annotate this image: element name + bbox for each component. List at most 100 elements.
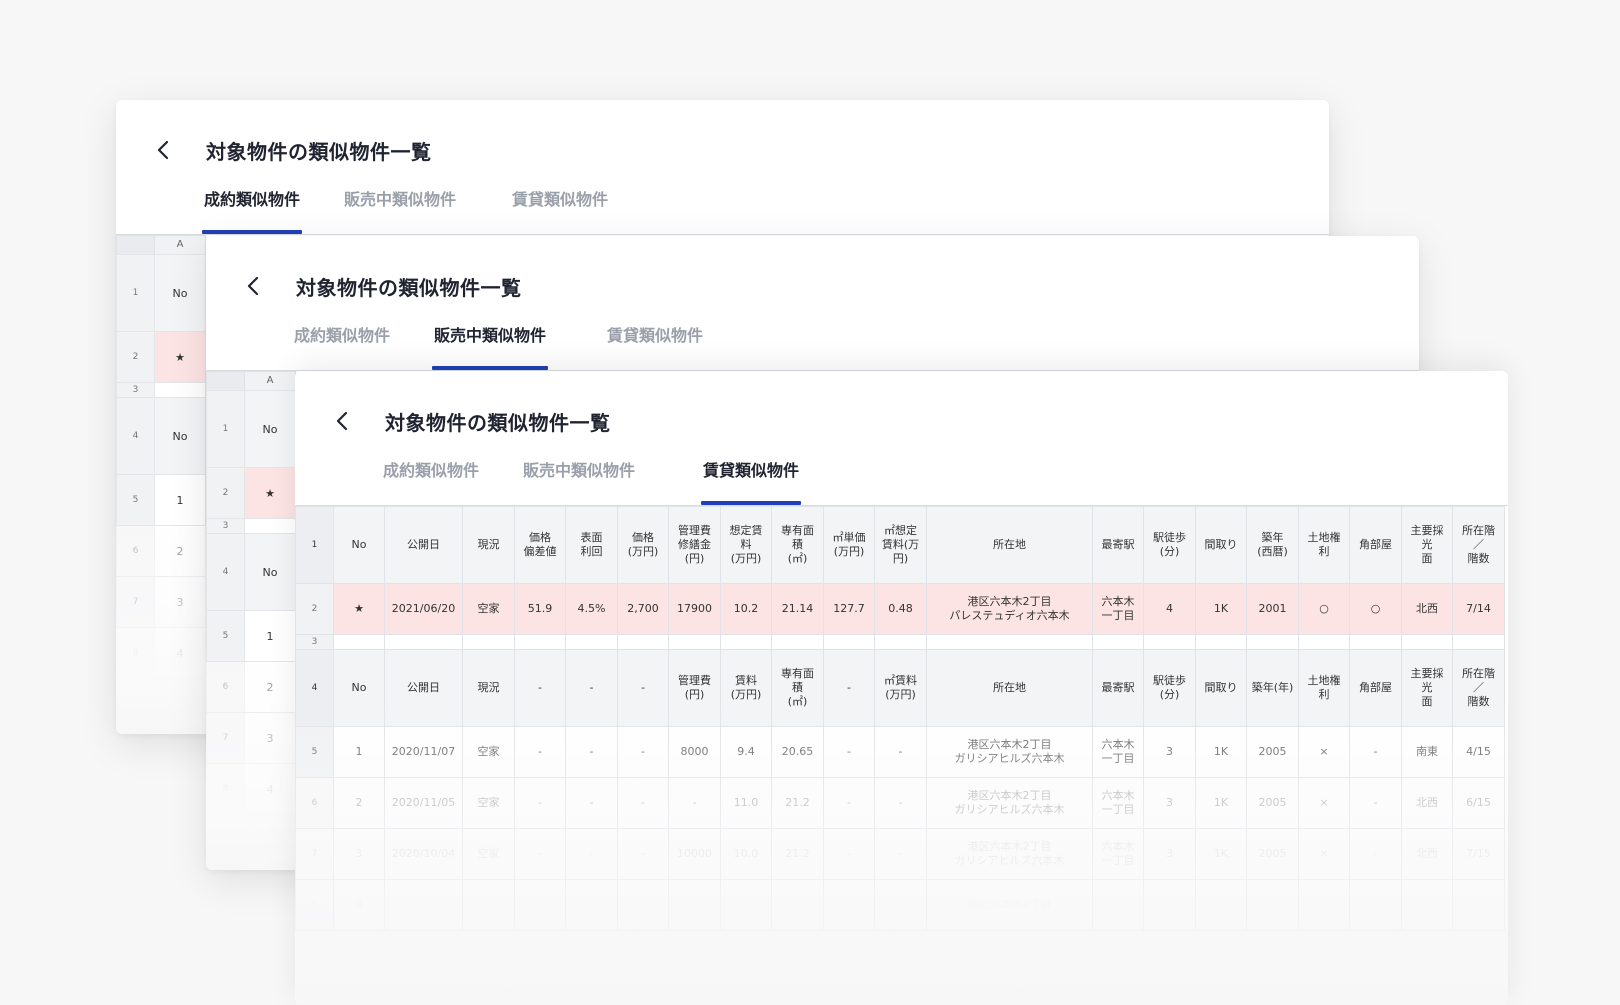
tab-contract-similar[interactable]: 成約類似物件 [201, 186, 303, 234]
table-cell[interactable]: 駅徒歩 (分) [1143, 649, 1196, 727]
table-cell[interactable]: 4 [333, 879, 385, 931]
table-cell[interactable] [462, 634, 515, 650]
table-cell[interactable]: 港区六本木2丁目 [926, 879, 1093, 931]
table-cell[interactable]: - [514, 726, 566, 778]
table-cell[interactable]: 北西 [1401, 777, 1453, 829]
table-cell[interactable]: 1K [1195, 828, 1247, 880]
table-cell[interactable]: 7/14 [1452, 583, 1505, 635]
table-cell[interactable]: ○ [1298, 583, 1350, 635]
table-cell[interactable] [565, 879, 618, 931]
table-cell[interactable] [462, 879, 515, 931]
row-number[interactable]: 3 [116, 382, 155, 398]
table-cell[interactable]: 角部屋 [1349, 506, 1402, 584]
table-cell[interactable]: 3 [333, 828, 385, 880]
tab-rental-similar[interactable]: 賃貸類似物件 [512, 186, 608, 232]
table-cell[interactable]: - [874, 828, 927, 880]
table-cell[interactable]: 所在階 ／ 階数 [1452, 506, 1505, 584]
tab-rental-similar[interactable]: 賃貸類似物件 [700, 457, 802, 505]
row-number[interactable]: 4 [116, 397, 155, 475]
table-cell[interactable] [565, 634, 618, 650]
table-cell[interactable]: 51.9 [514, 583, 566, 635]
table-cell[interactable]: 最寄駅 [1092, 506, 1144, 584]
table-cell[interactable]: 空家 [462, 583, 515, 635]
table-cell[interactable]: 公開日 [384, 649, 463, 727]
table-cell[interactable]: 公開日 [384, 506, 463, 584]
table-cell[interactable]: 4/15 [1452, 726, 1505, 778]
table-cell[interactable]: 表面 利回 [565, 506, 618, 584]
table-cell[interactable]: × [1298, 726, 1350, 778]
column-header-a[interactable]: A [244, 371, 296, 391]
table-cell[interactable]: 北西 [1401, 828, 1453, 880]
table-cell[interactable]: 空家 [462, 777, 515, 829]
table-cell[interactable]: 六本木 一丁目 [1092, 828, 1144, 880]
table-cell[interactable]: × [1298, 828, 1350, 880]
cell[interactable]: No [154, 254, 206, 332]
table-cell[interactable] [1349, 879, 1402, 931]
table-cell[interactable]: - [668, 777, 721, 829]
table-cell[interactable]: 想定賃 料 (万円) [720, 506, 772, 584]
table-cell[interactable]: 0.48 [874, 583, 927, 635]
table-cell[interactable]: 間取り [1195, 506, 1247, 584]
table-cell[interactable] [1246, 634, 1299, 650]
table-cell[interactable]: 10000 [668, 828, 721, 880]
cell[interactable]: 3 [244, 712, 296, 764]
table-cell[interactable]: - [514, 649, 566, 727]
table-cell[interactable] [1092, 634, 1144, 650]
table-cell[interactable]: 21.2 [771, 777, 824, 829]
row-number[interactable]: 1 [116, 254, 155, 332]
row-number[interactable]: 4 [295, 649, 334, 727]
cell[interactable]: 2 [244, 661, 296, 713]
table-cell[interactable]: 10.0 [720, 828, 772, 880]
table-cell[interactable]: 六本木 一丁目 [1092, 777, 1144, 829]
cell[interactable]: 1 [244, 610, 296, 662]
table-cell[interactable]: - [565, 777, 618, 829]
row-number[interactable]: 1 [295, 506, 334, 584]
table-cell[interactable]: 築年(年) [1246, 649, 1299, 727]
cell[interactable]: 3 [154, 576, 206, 628]
table-cell[interactable] [617, 634, 669, 650]
table-cell[interactable] [1298, 634, 1350, 650]
tab-contract-similar[interactable]: 成約類似物件 [294, 322, 390, 368]
cell[interactable] [244, 518, 296, 534]
back-arrow-icon[interactable] [152, 136, 176, 164]
table-cell[interactable]: 1 [333, 726, 385, 778]
table-cell[interactable]: 2020/11/07 [384, 726, 463, 778]
table-cell[interactable]: 間取り [1195, 649, 1247, 727]
table-cell[interactable]: - [565, 828, 618, 880]
table-cell[interactable] [333, 634, 385, 650]
table-cell[interactable] [1452, 634, 1505, 650]
table-cell[interactable]: 駅徒歩 (分) [1143, 506, 1196, 584]
row-number[interactable]: 8 [116, 627, 155, 679]
row-number[interactable]: 5 [295, 726, 334, 778]
table-cell[interactable]: 主要採 光 面 [1401, 506, 1453, 584]
row-number[interactable]: 2 [116, 331, 155, 383]
tab-for-sale-similar[interactable]: 販売中類似物件 [431, 322, 549, 370]
table-cell[interactable]: 2,700 [617, 583, 669, 635]
table-cell[interactable]: 所在地 [926, 649, 1093, 727]
table-cell[interactable]: 北西 [1401, 583, 1453, 635]
table-cell[interactable]: 所在地 [926, 506, 1093, 584]
row-number[interactable]: 2 [206, 467, 245, 519]
back-arrow-icon[interactable] [242, 272, 266, 300]
table-cell[interactable]: ○ [1349, 583, 1402, 635]
table-cell[interactable]: 2005 [1246, 828, 1299, 880]
table-cell[interactable] [720, 634, 772, 650]
table-cell[interactable] [1349, 634, 1402, 650]
back-arrow-icon[interactable] [331, 407, 355, 435]
row-number[interactable]: 3 [206, 518, 245, 534]
table-cell[interactable] [823, 634, 875, 650]
table-cell[interactable] [771, 879, 824, 931]
table-cell[interactable]: - [1349, 828, 1402, 880]
table-cell[interactable]: 最寄駅 [1092, 649, 1144, 727]
table-cell[interactable]: 9.4 [720, 726, 772, 778]
cell[interactable]: ★ [154, 331, 206, 383]
row-number[interactable]: 6 [206, 661, 245, 713]
table-cell[interactable]: 1K [1195, 726, 1247, 778]
table-cell[interactable]: 3 [1143, 828, 1196, 880]
table-cell[interactable]: - [514, 777, 566, 829]
table-cell[interactable]: 2020/10/04 [384, 828, 463, 880]
table-cell[interactable]: 127.7 [823, 583, 875, 635]
table-cell[interactable] [1195, 879, 1247, 931]
table-cell[interactable]: 8000 [668, 726, 721, 778]
table-cell[interactable] [771, 634, 824, 650]
